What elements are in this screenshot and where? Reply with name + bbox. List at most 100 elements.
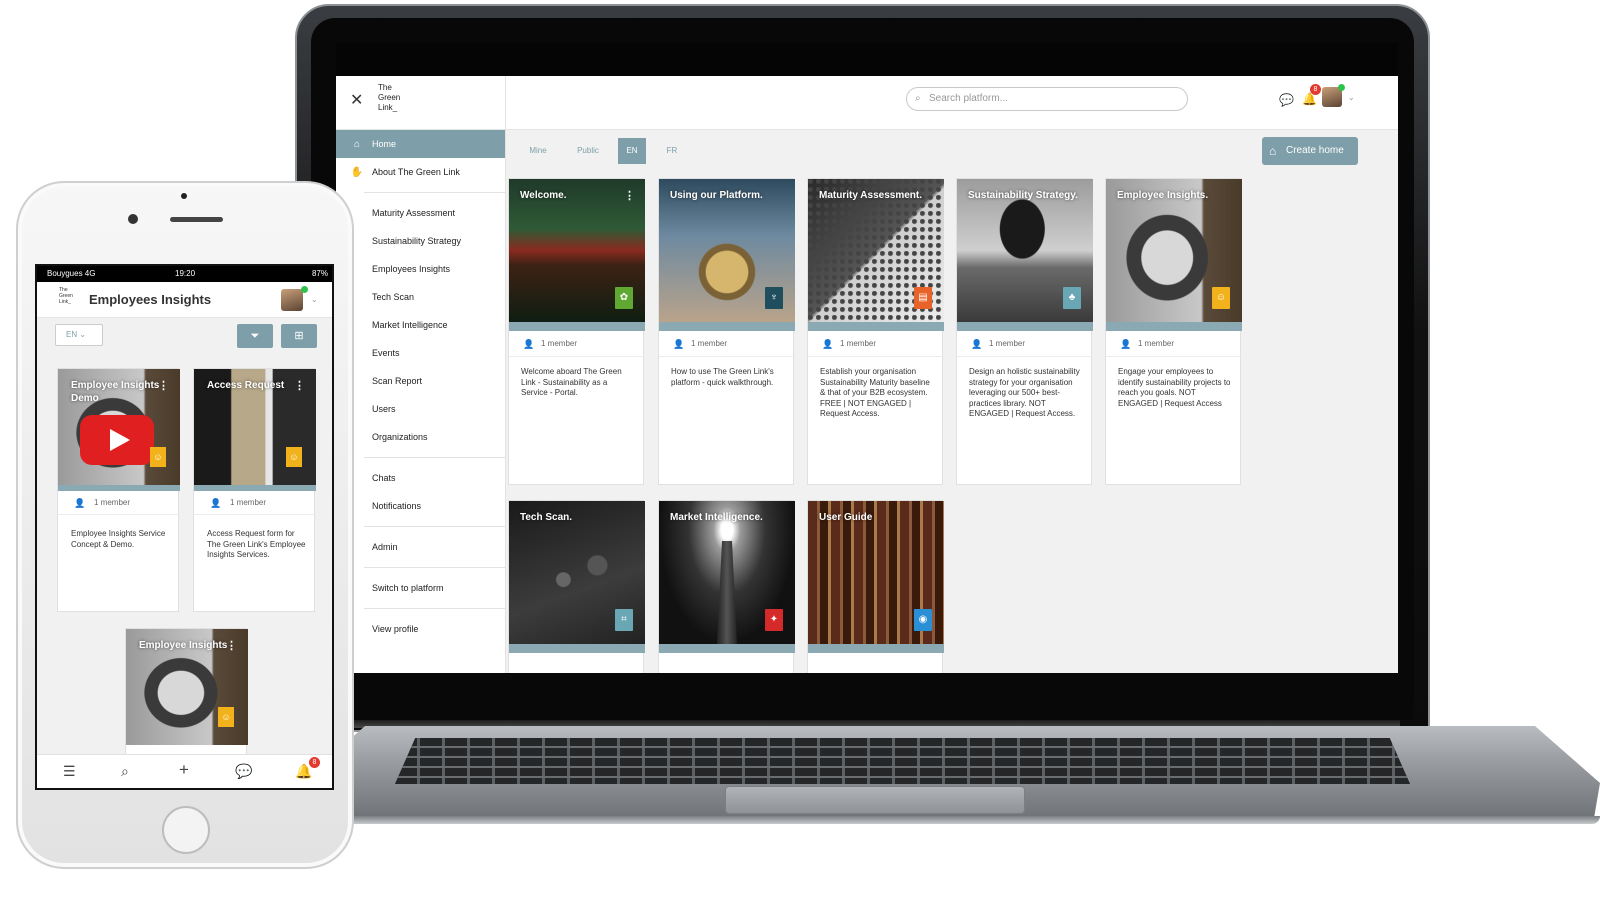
home-card-employee-insights[interactable]: Employee Insights. ☺ 👤 1 member Engage yo… bbox=[1105, 178, 1242, 485]
user-icon: 👤 bbox=[822, 339, 834, 349]
notification-badge: 8 bbox=[1310, 84, 1321, 95]
category-badge-icon: ♣ bbox=[1063, 287, 1081, 309]
members-count: 👤 1 member bbox=[58, 491, 180, 515]
card-description: Welcome aboard The Green Link - Sustaina… bbox=[521, 367, 622, 397]
top-bar: ⌕ Search platform... 💬 🔔 8 ⌄ bbox=[506, 76, 1398, 130]
carrier-label: Bouygues 4G bbox=[47, 269, 96, 278]
filter-icon: ⏷ bbox=[250, 330, 260, 342]
sidebar-item-sustainability-strategy[interactable]: Sustainability Strategy bbox=[336, 227, 505, 255]
members-count: 👤 1 member bbox=[957, 331, 1093, 357]
sidebar-item-users[interactable]: Users bbox=[336, 395, 505, 423]
filter-fr[interactable]: FR bbox=[660, 138, 684, 164]
board-view-button[interactable]: ⊞ bbox=[281, 324, 317, 348]
user-icon: 👤 bbox=[523, 339, 535, 349]
sidebar-item-employees-insights[interactable]: Employees Insights bbox=[336, 255, 505, 283]
home-card-welcome[interactable]: Welcome. ⋮ ✿ 👤 1 member Welcome aboard Th… bbox=[508, 178, 645, 485]
card-description: How to use The Green Link's platform - q… bbox=[671, 367, 774, 387]
category-badge-icon: ✦ bbox=[765, 609, 783, 631]
category-badge-icon: ⌗ bbox=[615, 609, 633, 631]
phone-home-button[interactable] bbox=[162, 806, 210, 854]
home-card-maturity-assessment[interactable]: Maturity Assessment. ▤ 👤 1 member Establi… bbox=[807, 178, 944, 485]
home-card-user-guide[interactable]: User Guide ◉ bbox=[807, 500, 944, 673]
create-home-button[interactable]: ⌂ Create home bbox=[1262, 137, 1358, 165]
clock: 19:20 bbox=[175, 269, 196, 278]
sidebar-item-about[interactable]: ✋ About The Green Link bbox=[336, 158, 505, 186]
sidebar-item-market-intelligence[interactable]: Market Intelligence bbox=[336, 311, 505, 339]
category-badge-icon: ◉ bbox=[914, 609, 932, 631]
user-icon: 👤 bbox=[673, 339, 685, 349]
filter-bar: Mine Public EN FR ⌂ Create home bbox=[506, 130, 1398, 168]
filter-public[interactable]: Public bbox=[574, 138, 602, 164]
category-badge-icon: ☺ bbox=[286, 447, 302, 467]
sidebar-item-events[interactable]: Events bbox=[336, 339, 505, 367]
filter-en[interactable]: EN bbox=[618, 138, 646, 164]
category-badge-icon: ☺ bbox=[218, 707, 234, 727]
home-card-employee-insights-demo[interactable]: Employee Insights Demo ⋮ ☺ 👤 1 member Emp… bbox=[57, 368, 180, 612]
close-icon[interactable]: ✕ bbox=[350, 90, 363, 110]
bottom-tab-bar: ☰ ⌕ + 💬 🔔 8 bbox=[37, 754, 332, 788]
home-card-access-request[interactable]: Access Request ⋮ ☺ 👤 1 member Access Requ… bbox=[193, 368, 316, 612]
handshake-icon: ✋ bbox=[350, 166, 364, 178]
sidebar-item-switch-platform[interactable]: Switch to platform bbox=[336, 574, 505, 602]
sidebar-item-home[interactable]: ⌂ Home bbox=[336, 130, 505, 158]
chevron-down-icon[interactable]: ⌄ bbox=[1348, 93, 1355, 102]
page-title: Employees Insights bbox=[89, 292, 212, 307]
card-description: Establish your organisation Sustainabili… bbox=[820, 367, 930, 418]
user-icon: 👤 bbox=[971, 339, 983, 349]
sidebar-item-organizations[interactable]: Organizations bbox=[336, 423, 505, 451]
card-description: Employee Insights Service Concept & Demo… bbox=[71, 529, 166, 549]
user-icon: 👤 bbox=[1120, 339, 1132, 349]
members-count: 👤 1 member bbox=[659, 331, 795, 357]
phone-screen: Bouygues 4G 19:20 87% The Green Link_ Em… bbox=[35, 264, 334, 790]
sidebar-item-admin[interactable]: Admin bbox=[336, 533, 505, 561]
more-options-icon[interactable]: ⋮ bbox=[226, 639, 237, 652]
category-badge-icon: ☺ bbox=[150, 447, 166, 467]
sidebar-item-tech-scan[interactable]: Tech Scan bbox=[336, 283, 505, 311]
filter-button[interactable]: ⏷ bbox=[237, 324, 273, 348]
chevron-down-icon[interactable]: ⌄ bbox=[311, 295, 318, 304]
phone-camera bbox=[128, 214, 138, 224]
web-app: ✕ The Green Link_ ⌂ Home ✋ About The Green… bbox=[336, 76, 1398, 673]
card-description: Design an holistic sustainability strate… bbox=[969, 367, 1080, 418]
members-count: 👤 1 member bbox=[808, 331, 944, 357]
chat-icon[interactable]: 💬 bbox=[1279, 93, 1294, 107]
card-description: Engage your employees to identify sustai… bbox=[1118, 367, 1231, 408]
members-count: 👤 1 member bbox=[509, 331, 645, 357]
sidebar-item-notifications[interactable]: Notifications bbox=[336, 492, 505, 520]
chevron-down-icon: ⌄ bbox=[79, 330, 87, 339]
sidebar-item-view-profile[interactable]: View profile bbox=[336, 615, 505, 643]
category-badge-icon: ▤ bbox=[914, 287, 932, 309]
sidebar: ✕ The Green Link_ ⌂ Home ✋ About The Green… bbox=[336, 76, 506, 673]
category-badge-icon: ☺ bbox=[1212, 287, 1230, 309]
user-icon: 👤 bbox=[210, 498, 222, 508]
avatar[interactable] bbox=[281, 289, 303, 311]
logo: The Green Link_ bbox=[378, 83, 401, 112]
notification-badge: 8 bbox=[309, 757, 320, 768]
language-select[interactable]: EN ⌄ bbox=[55, 324, 103, 346]
filter-mine[interactable]: Mine bbox=[526, 138, 550, 164]
home-card-sustainability-strategy[interactable]: Sustainability Strategy. ♣ 👤 1 member Des… bbox=[956, 178, 1093, 485]
laptop-trackpad bbox=[725, 786, 1025, 814]
chat-icon[interactable]: 💬 bbox=[235, 763, 252, 780]
play-video-icon[interactable] bbox=[80, 415, 154, 465]
more-options-icon[interactable]: ⋮ bbox=[624, 189, 635, 202]
category-badge-icon: ♆ bbox=[765, 287, 783, 309]
search-input[interactable]: ⌕ Search platform... bbox=[906, 87, 1188, 111]
menu-icon[interactable]: ☰ bbox=[63, 763, 76, 780]
phone-speaker bbox=[170, 217, 223, 222]
add-icon[interactable]: + bbox=[179, 760, 189, 780]
phone-header: The Green Link_ Employees Insights ⌄ bbox=[37, 282, 332, 318]
more-options-icon[interactable]: ⋮ bbox=[294, 379, 305, 392]
sidebar-item-chats[interactable]: Chats bbox=[336, 464, 505, 492]
battery-level: 87% bbox=[311, 269, 328, 278]
sidebar-item-scan-report[interactable]: Scan Report bbox=[336, 367, 505, 395]
more-options-icon[interactable]: ⋮ bbox=[158, 379, 169, 392]
home-card-tech-scan[interactable]: Tech Scan. ⌗ bbox=[508, 500, 645, 673]
online-status-icon bbox=[1338, 84, 1345, 91]
search-icon: ⌕ bbox=[915, 93, 921, 104]
sidebar-item-maturity-assessment[interactable]: Maturity Assessment bbox=[336, 199, 505, 227]
search-icon[interactable]: ⌕ bbox=[121, 763, 129, 780]
home-card-using-platform[interactable]: Using our Platform. ♆ 👤 1 member How to u… bbox=[658, 178, 795, 485]
home-card-market-intelligence[interactable]: Market Intelligence. ✦ bbox=[658, 500, 795, 673]
sidebar-header: ✕ The Green Link_ bbox=[336, 76, 505, 130]
